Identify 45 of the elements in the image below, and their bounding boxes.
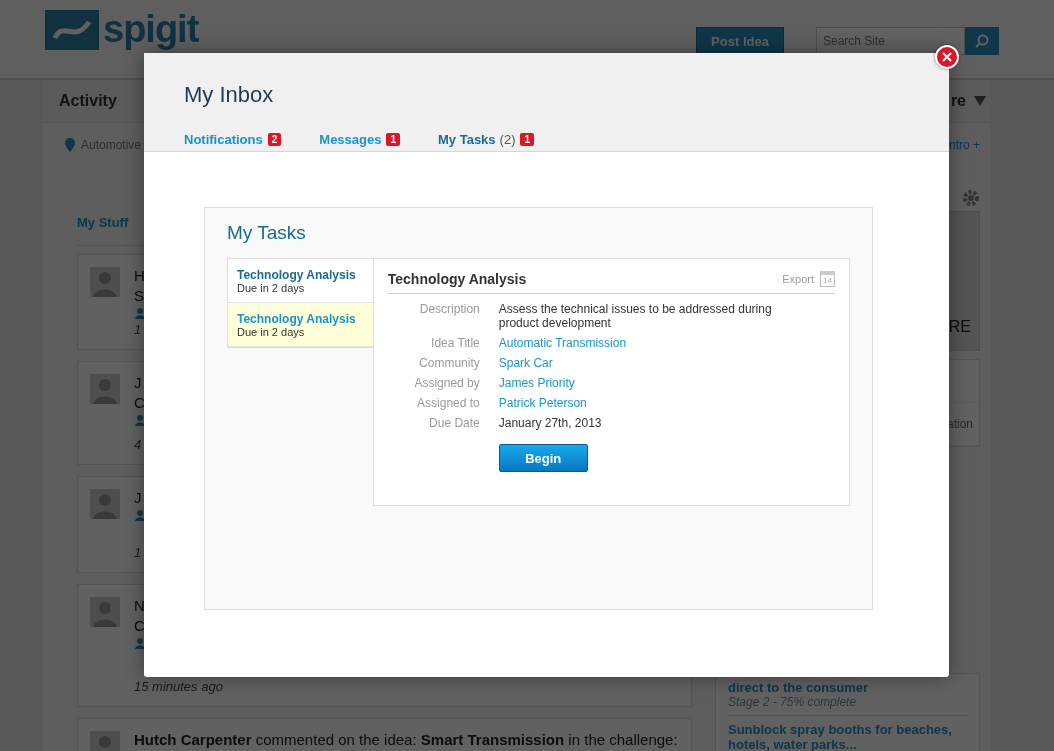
panel-title: My Tasks: [227, 222, 307, 244]
field-label: Idea Title: [430, 336, 480, 350]
activity-text: N: [134, 597, 146, 614]
activity-text: Hutch Carpenter commented on the idea: Smart Transmission in the challenge:: [134, 731, 678, 748]
field-label: Description: [418, 302, 480, 318]
field-label: Assigned by: [413, 376, 480, 390]
idea-link[interactable]: direct to the consumer: [728, 680, 967, 695]
timestamp: 1: [134, 322, 143, 337]
task-item[interactable]: Technology Analysis Due in 2 days: [228, 303, 373, 347]
field-label: Due Date: [428, 416, 480, 430]
logo-text: spigit: [103, 8, 199, 51]
tab[interactable]: Notifications 2: [184, 128, 282, 150]
task-title: Technology Analysis: [387, 271, 527, 287]
nav-tab[interactable]: re: [950, 92, 966, 110]
post-idea-button[interactable]: Post Idea: [696, 27, 784, 55]
field-label: Assigned to: [416, 396, 480, 410]
activity-text: S: [134, 287, 145, 304]
field-link[interactable]: Spark Car: [498, 356, 779, 370]
field-link[interactable]: Patrick Peterson: [498, 396, 779, 410]
field-label: Community: [418, 356, 480, 370]
field-link[interactable]: Automatic Transmission: [498, 336, 779, 350]
timestamp: 1: [134, 545, 143, 560]
nav-tab[interactable]: Activity: [59, 92, 117, 110]
timestamp: 15 minutes ago: [134, 679, 223, 694]
count-badge: 2: [267, 132, 282, 146]
idea-link[interactable]: Sunblock spray booths for beaches, hotels, water parks...: [728, 722, 967, 751]
intro-link[interactable]: ntro +: [948, 138, 980, 152]
export-link[interactable]: Export: [782, 273, 814, 285]
field-value: January 27th, 2013: [498, 416, 603, 430]
field-link[interactable]: James Priority: [498, 376, 779, 390]
activity-text: J: [134, 489, 143, 506]
activity-text: C: [134, 617, 146, 634]
tab[interactable]: My Tasks (2) 1: [438, 128, 535, 150]
timestamp: 4: [134, 437, 143, 452]
calendar-icon[interactable]: 14: [820, 271, 835, 287]
activity-text: H: [134, 267, 146, 284]
banner-text: RE: [948, 318, 971, 336]
begin-button[interactable]: Begin: [498, 444, 588, 472]
dialog-title: My Inbox: [184, 82, 275, 108]
activity-text: C: [134, 394, 146, 411]
tab[interactable]: Messages 1: [319, 128, 400, 150]
activity-text: J: [134, 374, 143, 391]
field-value: Assess the technical issues to be addressed during product development: [498, 302, 773, 330]
count-badge: 1: [386, 132, 400, 146]
count-badge: 1: [520, 132, 535, 146]
